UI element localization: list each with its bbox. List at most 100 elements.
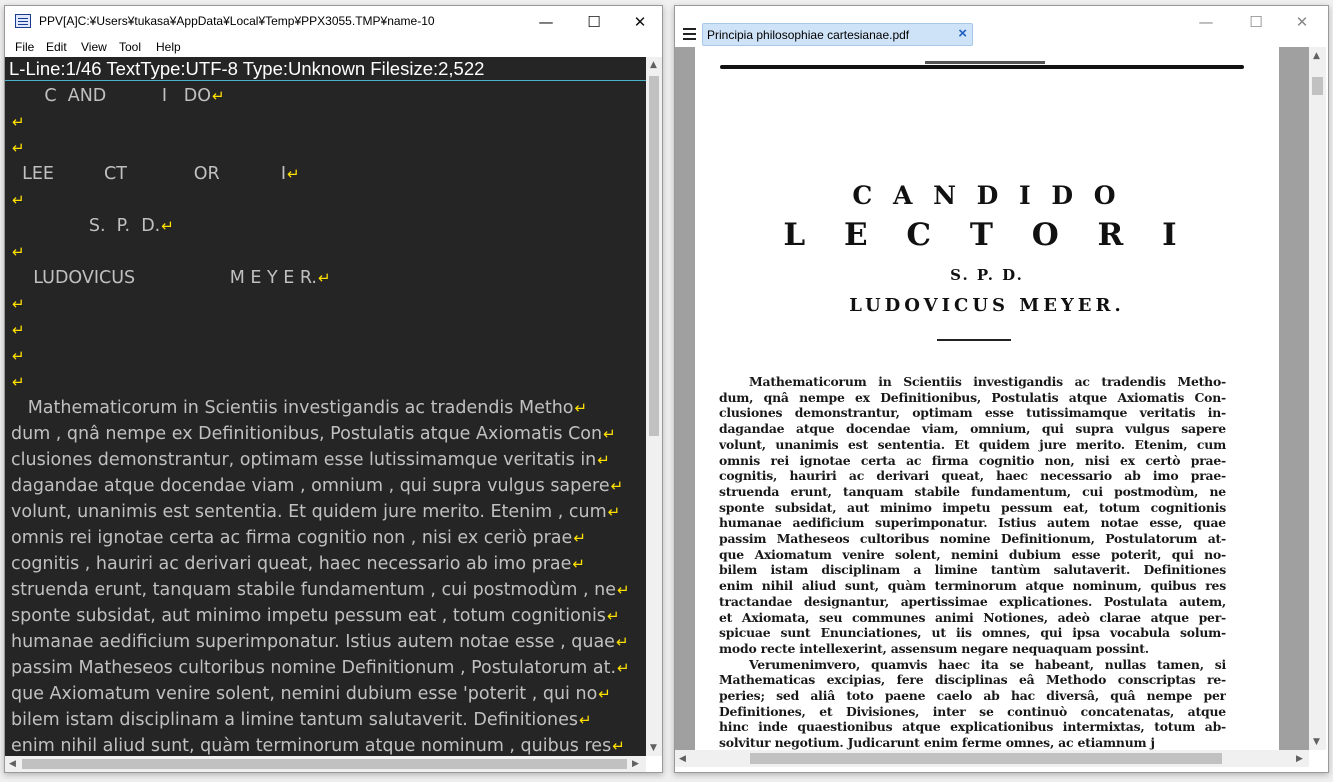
hamburger-menu-icon[interactable]: [683, 28, 696, 40]
app-icon[interactable]: [15, 14, 31, 28]
return-mark-icon: ↵: [574, 399, 588, 417]
menu-help[interactable]: Help: [156, 40, 181, 54]
scroll-left-arrow-icon[interactable]: ◀: [679, 754, 686, 764]
return-mark-icon: ↵: [606, 607, 620, 625]
text-line: ↵: [11, 369, 630, 395]
line-text: volunt, unanimis est sententia. Et quide…: [11, 502, 607, 522]
title-bar[interactable]: PPV[A]C:¥Users¥tukasa¥AppData¥Local¥Temp…: [5, 6, 662, 37]
pdf-text-line: enim nihil aliud sunt, quàm terminorum a…: [719, 578, 1226, 594]
text-lines: C AND I DO↵ ↵ ↵ LEE CT OR I↵ ↵ S. P. D.↵ ↵ L…: [11, 83, 630, 756]
pdf-text-line: spicuae sunt Enunciationes, ut iis omnes…: [719, 625, 1226, 641]
pdf-text-line: passim Matheseos cultoribus nomine Defin…: [719, 531, 1226, 547]
menu-tool[interactable]: Tool: [119, 40, 141, 54]
pdf-text-line: modo recte intellexerint, assensum negar…: [719, 640, 1149, 656]
heading-ludovicus-meyer: LUDOVICUS MEYER.: [849, 295, 1125, 316]
pdf-text-line: Mathematicorum in Scientiis investigandi…: [749, 374, 1226, 389]
pdf-text-line: dum, qnâ nempe ex Definitionibus, Postul…: [719, 389, 1226, 405]
maximize-button[interactable]: ☐: [1233, 6, 1279, 37]
pdf-paragraph: Mathematicorum in Scientiis investigandi…: [719, 374, 1226, 750]
text-content-area[interactable]: L-Line:1/46 TextType:UTF-8 Type:Unknown …: [5, 57, 646, 756]
line-text: passim Matheseos cultoribus nomine Defin…: [11, 658, 617, 678]
line-text: omnis rei ignotae certa ac firma cogniti…: [11, 528, 573, 548]
pdf-viewer-window: — ☐ ✕ Principia philosophiae cartesianae…: [674, 5, 1329, 773]
scroll-down-arrow-icon[interactable]: ▼: [650, 743, 657, 753]
heading-spd: S. P. D.: [950, 266, 1024, 284]
return-mark-icon: ↵: [597, 451, 610, 469]
tab-pdf-document[interactable]: Principia philosophiae cartesianae.pdf ×: [702, 23, 973, 46]
line-text: Mathematicorum in Scientiis investigandi…: [11, 398, 574, 418]
vertical-scrollbar[interactable]: ▲ ▼: [1309, 47, 1326, 750]
text-line: C AND I DO↵: [11, 83, 630, 109]
return-mark-icon: ↵: [616, 581, 630, 599]
text-line: LUDOVICUS M E Y E R.↵: [11, 265, 630, 291]
line-text: LUDOVICUS M E Y E R.: [11, 268, 317, 288]
minimize-button[interactable]: —: [1183, 6, 1229, 37]
decorative-rule: [720, 65, 1244, 69]
line-text: que Axiomatum venire solent, nemini dubi…: [11, 684, 598, 704]
return-mark-icon: ↵: [12, 191, 25, 209]
text-line: dagandae atque docendae viam , omnium , …: [11, 473, 630, 499]
text-line: clusiones demonstrantur, optimam esse lu…: [11, 447, 630, 473]
menu-bar: File Edit View Tool Help: [5, 37, 662, 57]
text-line: passim Matheseos cultoribus nomine Defin…: [11, 655, 630, 681]
pdf-text-line: tractandae designantur, apertissimae exp…: [719, 593, 1226, 609]
return-mark-icon: ↵: [12, 347, 25, 365]
line-text: clusiones demonstrantur, optimam esse lu…: [11, 450, 597, 470]
scrollbar-thumb[interactable]: [22, 759, 627, 769]
line-text: humanae aedificium superimponatur. Istiu…: [11, 632, 615, 652]
close-button[interactable]: ✕: [1279, 6, 1325, 37]
maximize-button[interactable]: ☐: [571, 6, 617, 37]
scroll-down-arrow-icon[interactable]: ▼: [1313, 737, 1320, 747]
line-text: C AND I DO: [11, 86, 211, 106]
scrollbar-thumb[interactable]: [750, 753, 1222, 764]
pdf-text-line: omnis rei ignotae certa ac firma cogniti…: [719, 452, 1226, 468]
scroll-up-arrow-icon[interactable]: ▲: [1313, 51, 1320, 61]
horizontal-scrollbar[interactable]: ◀ ▶: [5, 756, 646, 772]
pdf-text-line: que Axiomatum venire solent, nemini dubi…: [719, 546, 1226, 562]
line-text: sponte subsidat, aut minimo impetu pessu…: [11, 606, 606, 626]
text-line: ↵: [11, 187, 630, 213]
line-text: struenda erunt, tanquam stabile fundamen…: [11, 580, 616, 600]
text-line: LEE CT OR I↵: [11, 161, 630, 187]
return-mark-icon: ↵: [612, 737, 625, 755]
text-viewer-window: PPV[A]C:¥Users¥tukasa¥AppData¥Local¥Temp…: [4, 5, 663, 773]
pdf-text-line: bilem istam disciplinam a limine tantùm …: [719, 562, 1226, 578]
scroll-right-arrow-icon[interactable]: ▶: [1296, 754, 1303, 764]
pdf-text-line: peries; sed aliâ toto paene caelo ab hac…: [719, 688, 1226, 704]
vertical-scrollbar[interactable]: ▲ ▼: [646, 57, 662, 756]
window-title: PPV[A]C:¥Users¥tukasa¥AppData¥Local¥Temp…: [39, 14, 435, 28]
tab-close-icon[interactable]: ×: [958, 25, 967, 42]
pdf-text-line: solvitur negotium. Judicarunt enim ferme…: [719, 735, 1155, 750]
text-line: dum , qnâ nempe ex Definitionibus, Postu…: [11, 421, 630, 447]
return-mark-icon: ↵: [573, 529, 586, 547]
heading-candido: C A N D I D O: [852, 181, 1122, 210]
menu-view[interactable]: View: [81, 40, 107, 54]
scroll-left-arrow-icon[interactable]: ◀: [9, 759, 16, 769]
status-line: L-Line:1/46 TextType:UTF-8 Type:Unknown …: [5, 57, 646, 81]
return-mark-icon: ↵: [12, 295, 25, 313]
text-line: ↵: [11, 343, 630, 369]
return-mark-icon: ↵: [598, 685, 611, 703]
close-button[interactable]: ✕: [617, 6, 663, 37]
menu-file[interactable]: File: [15, 40, 34, 54]
return-mark-icon: ↵: [212, 87, 225, 105]
line-text: bilem istam disciplinam a limine tantum …: [11, 710, 578, 730]
pdf-text-line: dagandae atque docendae viam, omnium, qu…: [719, 421, 1226, 437]
scroll-up-arrow-icon[interactable]: ▲: [650, 60, 657, 70]
return-mark-icon: ↵: [572, 555, 585, 573]
text-line: enim nihil aliud sunt, quàm terminorum a…: [11, 733, 630, 756]
return-mark-icon: ↵: [603, 425, 616, 443]
pdf-viewport[interactable]: C A N D I D O L E C T O R I S. P. D. LUD…: [675, 47, 1309, 750]
menu-edit[interactable]: Edit: [46, 40, 67, 54]
scrollbar-thumb[interactable]: [649, 76, 659, 436]
minimize-button[interactable]: —: [523, 6, 569, 37]
horizontal-scrollbar[interactable]: ◀ ▶: [675, 750, 1309, 767]
scroll-right-arrow-icon[interactable]: ▶: [632, 759, 639, 769]
decorative-rule: [937, 339, 1011, 341]
pdf-text-line: cognitis, hauriri ac derivari queat, hae…: [719, 468, 1226, 484]
scrollbar-thumb[interactable]: [1312, 77, 1323, 95]
text-line: bilem istam disciplinam a limine tantum …: [11, 707, 630, 733]
pdf-text-line: Verumenimvero, quamvis haec ita se habea…: [749, 656, 1226, 672]
line-text: cognitis , hauriri ac derivari queat, ha…: [11, 554, 572, 574]
text-line: cognitis , hauriri ac derivari queat, ha…: [11, 551, 630, 577]
